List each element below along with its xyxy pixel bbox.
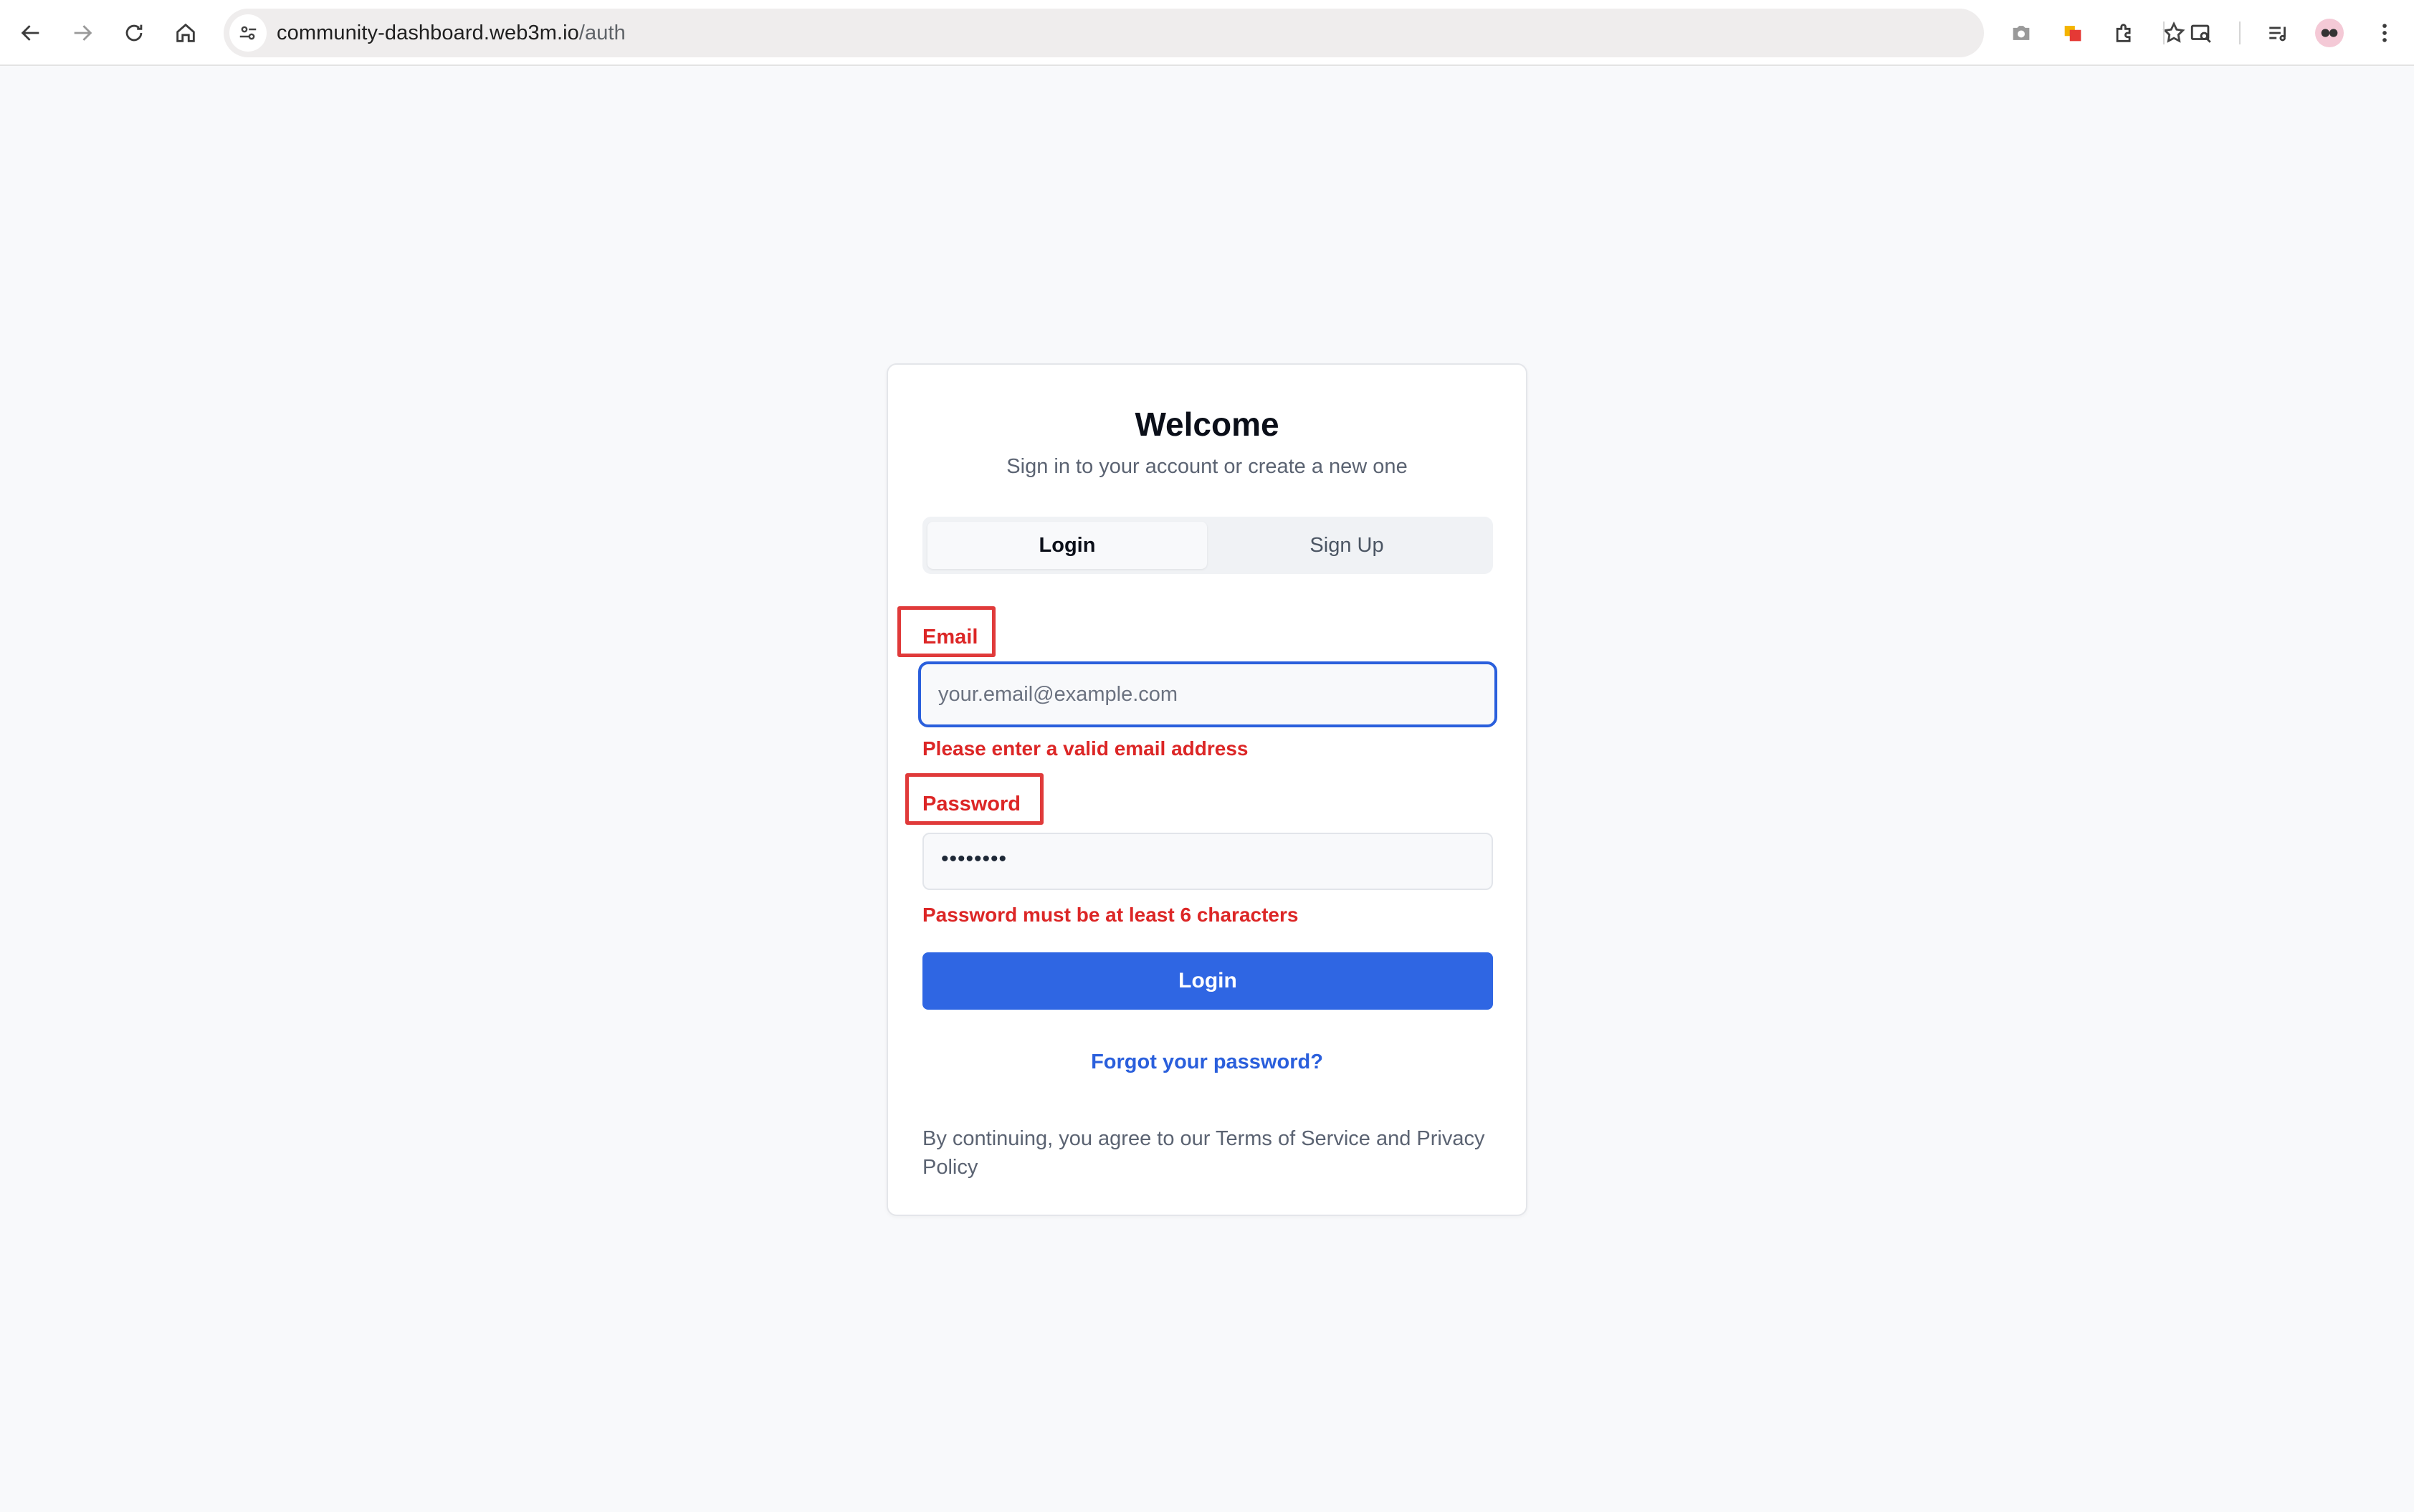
back-icon[interactable] [14,16,47,49]
url-text[interactable]: community-dashboard.web3m.io/auth [277,9,626,57]
tab-login[interactable]: Login [927,522,1207,569]
auth-card: Welcome Sign in to your account or creat… [887,363,1527,1216]
password-label: Password [922,793,1021,815]
login-button[interactable]: Login [922,952,1493,1010]
password-field[interactable]: •••••••• [922,833,1493,890]
search-tab-icon[interactable] [2185,16,2218,49]
email-label: Email [922,626,978,649]
browser-toolbar: community-dashboard.web3m.io/auth [0,0,2414,66]
url-path: /auth [578,21,626,44]
forward-icon[interactable] [66,16,99,49]
reload-icon[interactable] [118,16,151,49]
menu-icon[interactable] [2368,16,2401,49]
terms-notice: By continuing, you agree to our Terms of… [922,1127,1485,1179]
forgot-password-link[interactable]: Forgot your password? [888,1051,1526,1074]
email-error: Please enter a valid email address [922,737,1249,760]
tab-sign-up[interactable]: Sign Up [1207,522,1487,569]
site-info-icon[interactable] [229,14,267,52]
puzzle-icon[interactable] [2108,16,2141,49]
address-bar[interactable]: community-dashboard.web3m.io/auth [224,9,2185,57]
toolbar-separator [2239,21,2241,44]
home-icon[interactable] [169,16,202,49]
profile-avatar[interactable] [2315,19,2344,47]
password-masked-value: •••••••• [941,847,1008,871]
extension-office-icon[interactable] [2056,16,2089,49]
media-icon[interactable] [2262,16,2295,49]
email-field[interactable] [918,661,1497,727]
url-host: community-dashboard.web3m.io [277,21,579,44]
password-error: Password must be at least 6 characters [922,904,1299,926]
page-title: Welcome [1135,406,1279,443]
page-subtitle: Sign in to your account or create a new … [1006,455,1408,478]
toolbar-separator [2163,21,2165,44]
auth-tabs: Login Sign Up [922,517,1493,574]
camera-icon[interactable] [2005,16,2038,49]
